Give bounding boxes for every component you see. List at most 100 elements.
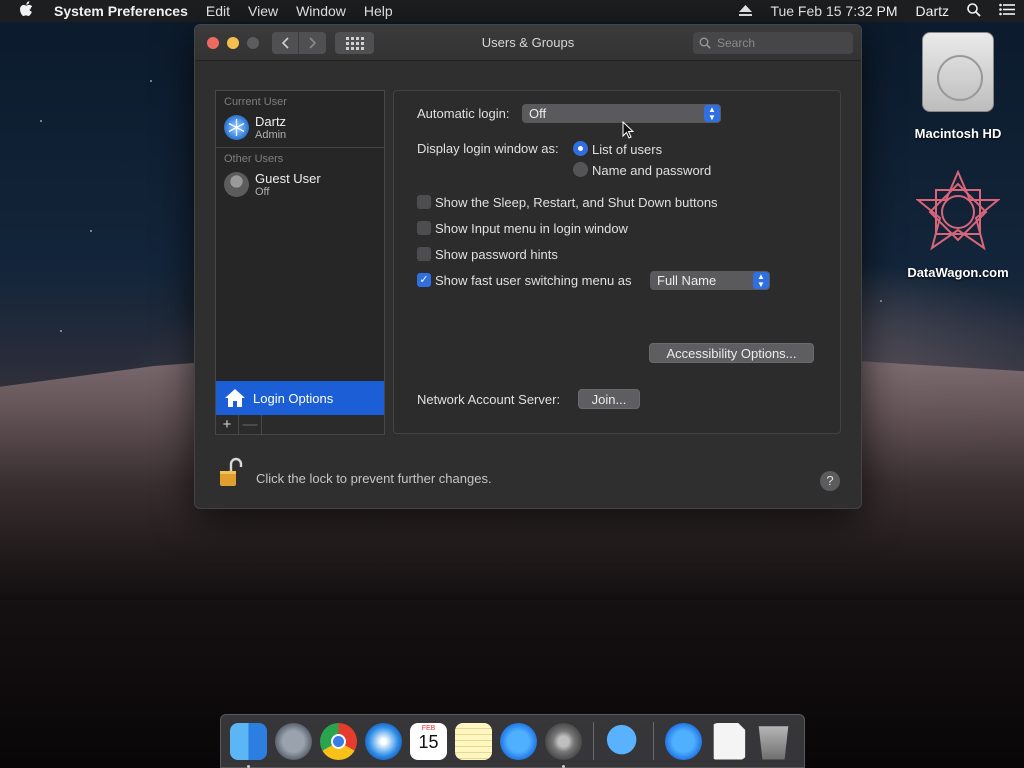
desktop-icon-label: DataWagon.com — [907, 265, 1009, 280]
network-account-server-label: Network Account Server: — [417, 392, 561, 407]
login-options-item[interactable]: Login Options — [216, 381, 384, 415]
automatic-login-label: Automatic login: — [417, 106, 510, 121]
display-login-label: Display login window as: — [417, 141, 559, 156]
join-button[interactable]: Join... — [578, 389, 640, 409]
radio-list-of-users[interactable] — [573, 141, 588, 156]
radio-name-and-password[interactable] — [573, 162, 588, 177]
login-options-panel: Automatic login: Off ▲ ▼ Display login wi… — [393, 90, 841, 434]
users-groups-window: Users & Groups Search Current User Dartz… — [194, 24, 862, 509]
unlocked-lock-icon[interactable] — [219, 457, 243, 489]
checkbox-fast-user-switching[interactable]: ✓ — [417, 273, 431, 287]
current-user-header: Current User — [224, 96, 287, 108]
star — [880, 300, 882, 302]
eject-icon[interactable] — [730, 3, 761, 19]
menu-user-name[interactable]: Dartz — [907, 3, 958, 19]
hard-drive-icon — [922, 32, 994, 112]
search-field[interactable]: Search — [693, 32, 853, 54]
back-forward-control — [272, 32, 326, 54]
popup-stepper-icon: ▲ ▼ — [704, 105, 720, 122]
menu-datetime[interactable]: Tue Feb 15 7:32 PM — [761, 3, 906, 19]
minimize-window-button[interactable] — [227, 37, 239, 49]
title-bar[interactable]: Users & Groups Search — [195, 25, 861, 61]
add-user-button[interactable]: + — [216, 415, 239, 434]
checkbox-sleep-restart[interactable] — [417, 195, 431, 209]
desktop-icon-macintosh-hd[interactable]: Macintosh HD — [905, 32, 1011, 141]
search-placeholder: Search — [717, 36, 756, 50]
star — [60, 330, 62, 332]
user-row-guest[interactable]: Guest User Off — [216, 164, 384, 204]
user-name: Guest User — [255, 170, 321, 186]
document-icon[interactable] — [713, 722, 746, 760]
search-icon — [699, 37, 711, 49]
chevron-left-icon — [281, 37, 289, 49]
app-store-icon[interactable] — [500, 722, 537, 760]
desktop-icon-label: Macintosh HD — [914, 126, 1002, 141]
trash-icon[interactable] — [758, 726, 789, 760]
menu-help[interactable]: Help — [355, 3, 402, 19]
help-button[interactable]: ? — [820, 471, 840, 491]
desktop-icon-datawagon[interactable]: DataWagon.com — [898, 169, 1018, 280]
star — [90, 230, 92, 232]
avatar — [224, 114, 249, 140]
dock-separator — [653, 722, 654, 760]
chevron-right-icon — [308, 37, 316, 49]
fast-user-switching-popup[interactable]: Full Name ▲ ▼ — [650, 271, 770, 290]
spotlight-search-icon[interactable] — [958, 2, 990, 20]
chrome-icon[interactable] — [320, 722, 357, 760]
login-options-label: Login Options — [253, 390, 334, 406]
mouse-cursor-icon — [622, 121, 634, 139]
popup-stepper-icon: ▲ ▼ — [753, 272, 769, 289]
calendar-month: FEB — [421, 724, 436, 732]
zoom-window-button — [247, 37, 259, 49]
checkbox-password-hints[interactable] — [417, 247, 431, 261]
sidebar-toolbar: + — — [215, 415, 385, 435]
users-sidebar: Current User Dartz Admin Other Users Gue… — [215, 90, 385, 415]
fast-user-switching-value: Full Name — [657, 273, 717, 288]
accessibility-options-button[interactable]: Accessibility Options... — [649, 343, 814, 363]
forward-button[interactable] — [299, 32, 326, 54]
system-preferences-icon[interactable] — [545, 722, 582, 768]
app-store-download-icon[interactable] — [665, 722, 702, 760]
user-status: Off — [255, 185, 270, 198]
checkbox-password-hints-label[interactable]: Show password hints — [435, 247, 558, 262]
user-role: Admin — [255, 128, 287, 141]
star — [40, 120, 42, 122]
menu-bar: System Preferences Edit View Window Help… — [0, 0, 1024, 22]
other-users-header: Other Users — [224, 153, 284, 165]
grid-icon — [345, 36, 364, 50]
calendar-icon[interactable]: FEB 15 — [410, 722, 447, 760]
safari-icon[interactable] — [365, 722, 402, 760]
calendar-day: 15 — [418, 731, 439, 752]
guest-avatar-icon — [224, 171, 249, 197]
messages-icon[interactable] — [605, 722, 642, 760]
menu-edit[interactable]: Edit — [197, 3, 239, 19]
radio-name-and-password-label[interactable]: Name and password — [592, 163, 711, 178]
dock-separator — [593, 722, 594, 760]
user-row-dartz[interactable]: Dartz Admin — [216, 107, 384, 147]
star — [150, 80, 152, 82]
lock-message: Click the lock to prevent further change… — [256, 471, 492, 486]
checkbox-sleep-restart-label[interactable]: Show the Sleep, Restart, and Shut Down b… — [435, 195, 718, 210]
notification-center-icon[interactable] — [990, 3, 1024, 19]
back-button[interactable] — [272, 32, 299, 54]
menu-view[interactable]: View — [239, 3, 287, 19]
house-icon — [225, 389, 245, 407]
menu-window[interactable]: Window — [287, 3, 355, 19]
menu-app-name[interactable]: System Preferences — [52, 3, 197, 19]
show-all-grid-button[interactable] — [335, 32, 374, 54]
radio-list-of-users-label[interactable]: List of users — [592, 142, 662, 157]
checkbox-fast-user-switching-label[interactable]: Show fast user switching menu as — [435, 273, 632, 288]
finder-icon[interactable] — [230, 722, 267, 768]
launchpad-icon[interactable] — [275, 722, 312, 760]
checkbox-input-menu-label[interactable]: Show Input menu in login window — [435, 221, 628, 236]
apple-menu-icon[interactable] — [0, 0, 52, 22]
notes-icon[interactable] — [455, 722, 492, 760]
datawagon-logo-icon — [915, 169, 1001, 251]
snowflake-icon — [228, 118, 245, 136]
automatic-login-value: Off — [529, 106, 547, 121]
dock: FEB 15 — [220, 714, 805, 768]
close-window-button[interactable] — [207, 37, 219, 49]
checkbox-input-menu[interactable] — [417, 221, 431, 235]
user-name: Dartz — [255, 113, 287, 129]
remove-user-button[interactable]: — — [239, 415, 262, 434]
